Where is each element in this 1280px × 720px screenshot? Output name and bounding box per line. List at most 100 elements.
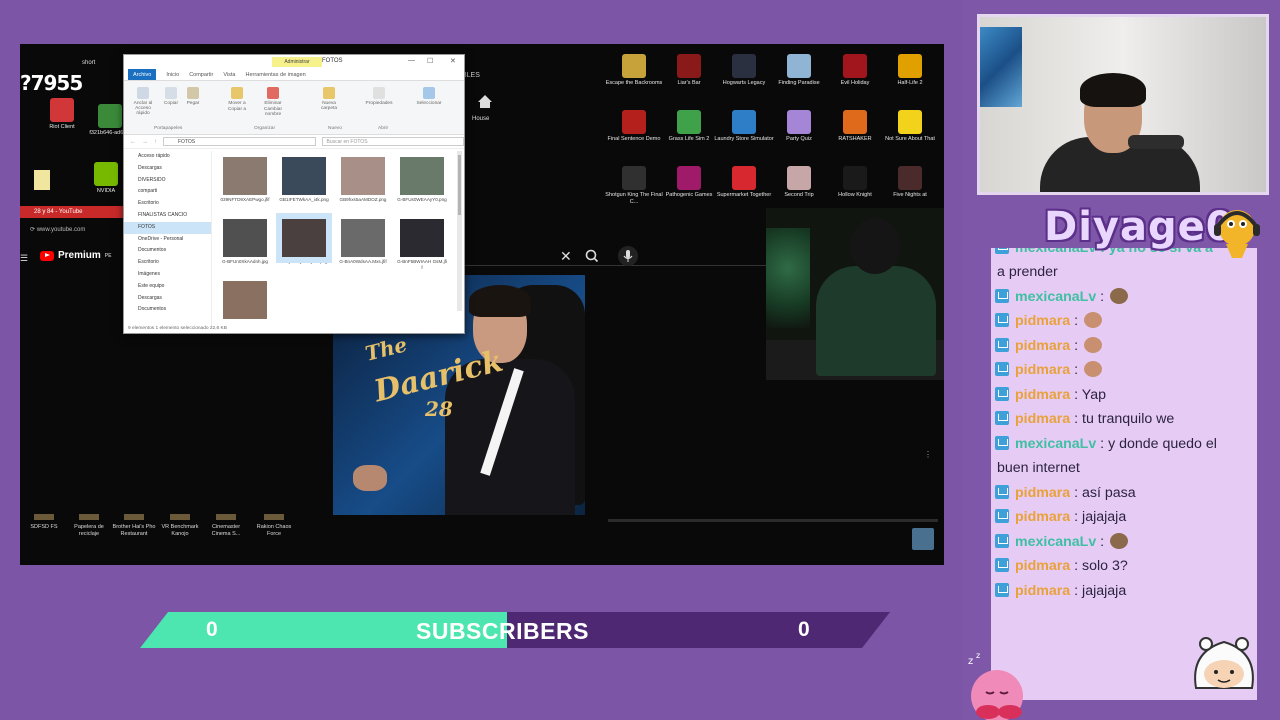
nav-item[interactable]: DIVERSIDO <box>124 175 211 187</box>
menu-icon[interactable]: ☰ <box>20 253 28 264</box>
desktop-icon[interactable]: RATSHAKER <box>825 110 885 143</box>
nav-item[interactable]: Imágenes <box>124 269 211 281</box>
desktop-icon[interactable]: Supermarket Together <box>714 166 774 199</box>
document-icon[interactable] <box>34 170 50 190</box>
desktop-icon[interactable]: Second Trip <box>769 166 829 199</box>
clear-search-icon[interactable]: ✕ <box>560 248 572 265</box>
desktop-icon[interactable]: Escape the Backrooms <box>604 54 664 87</box>
chat-username[interactable]: pidmara <box>1015 313 1070 329</box>
file-thumbnail[interactable] <box>220 281 270 321</box>
nav-item[interactable]: Este equipo <box>124 281 211 293</box>
nav-item[interactable]: FOTOS <box>124 221 211 234</box>
dock-item[interactable]: SDFSD FS <box>22 514 66 531</box>
browser-tab[interactable]: 28 y 84 - YouTube <box>20 206 130 218</box>
desktop-icon[interactable]: Hollow Knight <box>825 166 885 199</box>
explorer-scrollbar[interactable] <box>457 151 462 311</box>
chat-username[interactable]: mexicanaLv <box>1015 289 1096 305</box>
tab-vista[interactable]: Vista <box>223 69 235 80</box>
dock-item[interactable]: Brother Hai's Pho Restaurant <box>112 514 156 538</box>
video-progress-track[interactable] <box>608 519 938 522</box>
new-folder-button[interactable]: Nueva carpeta <box>314 87 344 111</box>
desktop-icon[interactable]: Evil Holiday <box>825 54 885 87</box>
copy-to-button[interactable]: Copiar a <box>222 107 252 112</box>
nav-item[interactable]: Escritorio <box>124 198 211 210</box>
tab-herramientas[interactable]: Herramientas de imagen <box>245 69 305 80</box>
move-to-button[interactable]: Mover a <box>222 87 252 106</box>
youtube-logo[interactable]: Premium PE <box>40 250 111 261</box>
file-thumbnail[interactable]: G-BnA0WdsAA.Mxs.jfif <box>338 219 388 265</box>
chat-username[interactable]: mexicanaLv <box>1015 436 1096 452</box>
nav-item[interactable]: FINALISTAS CANCIO <box>124 210 211 222</box>
up-icon[interactable]: ↑ <box>154 139 157 145</box>
file-thumbnail[interactable]: G-BFUs0WEAAyY0.png <box>397 157 447 203</box>
desktop-icon[interactable]: Shotgun King The Final C... <box>604 166 664 206</box>
chat-username[interactable]: pidmara <box>1015 509 1070 525</box>
explorer-search-field[interactable]: Buscar en FOTOS <box>321 137 464 146</box>
chat-username[interactable]: pidmara <box>1015 362 1070 378</box>
select-button[interactable]: Seleccionar <box>414 87 444 106</box>
desktop-icon[interactable]: Hogwarts Legacy <box>714 54 774 87</box>
file-thumbnail[interactable]: G-BjsBXQAAFyRT.png <box>276 213 332 265</box>
nav-item[interactable]: Escritorio <box>124 257 211 269</box>
tab-archivo[interactable]: Archivo <box>128 69 157 80</box>
desktop-icon[interactable]: Finding Paradise <box>769 54 829 87</box>
close-icon[interactable]: ✕ <box>450 57 456 65</box>
chat-username[interactable]: pidmara <box>1015 485 1070 501</box>
address-bar[interactable]: ⟳ www.youtube.com <box>30 226 85 233</box>
nav-item[interactable]: Acceso rápido <box>124 151 211 163</box>
dock-item[interactable]: VR Benchmark Kanojo <box>158 514 202 538</box>
desktop-icon[interactable]: Half-Life 2 <box>880 54 940 87</box>
more-options-icon[interactable]: ⋮ <box>924 450 932 459</box>
tab-inicio[interactable]: Inicio <box>166 69 179 80</box>
maximize-icon[interactable]: ☐ <box>427 57 433 65</box>
desktop-icon[interactable]: Laundry Store Simulator <box>714 110 774 143</box>
streamer-head <box>850 218 900 274</box>
nav-item[interactable]: OneDrive - Personal <box>124 234 211 246</box>
context-tab[interactable]: Administrar <box>272 57 322 67</box>
microphone-icon[interactable] <box>618 246 638 266</box>
channel-avatar[interactable] <box>912 528 934 550</box>
rename-button[interactable]: Cambiar nombre <box>258 107 288 117</box>
chat-username[interactable]: pidmara <box>1015 338 1070 354</box>
chat-username[interactable]: pidmara <box>1015 583 1070 599</box>
desktop-icon[interactable]: Pathogenic Games <box>659 166 719 199</box>
chat-username[interactable]: pidmara <box>1015 558 1070 574</box>
explorer-titlebar[interactable]: Administrar FOTOS — ☐ ✕ <box>124 55 464 69</box>
delete-button[interactable]: Eliminar <box>258 87 288 106</box>
nav-item[interactable]: Documentos <box>124 304 211 316</box>
dock-item[interactable]: Cinemaster Cinema S... <box>204 514 248 538</box>
house-icon[interactable] <box>476 92 494 110</box>
chat-username[interactable]: pidmara <box>1015 411 1070 427</box>
path-field[interactable]: FOTOS <box>163 137 316 146</box>
file-thumbnail[interactable]: G-BnF5BWIAAH GsM.jfif <box>397 219 447 270</box>
chat-username[interactable]: pidmara <box>1015 387 1070 403</box>
desktop-icon[interactable]: Grass Life Sim 2 <box>659 110 719 143</box>
chat-message-text: solo 3? <box>1078 558 1128 574</box>
desktop-icon[interactable]: Final Sentence Demo <box>604 110 664 143</box>
file-thumbnail[interactable]: 039NFTD9XAEPwgo.jfif <box>220 157 270 203</box>
nav-item[interactable]: Descargas <box>124 293 211 305</box>
tab-compartir[interactable]: Compartir <box>189 69 213 80</box>
dock-item[interactable]: Papelera de reciclaje <box>67 514 111 538</box>
file-thumbnail[interactable]: G-BFUn0XkAAdnh.jpg <box>220 219 270 265</box>
file-explorer-window[interactable]: Administrar FOTOS — ☐ ✕ Archivo Inicio C… <box>123 54 465 334</box>
search-icon[interactable] <box>582 247 602 265</box>
nav-item[interactable]: Documentos <box>124 245 211 257</box>
pin-button[interactable]: Anclar al Acceso rápido <box>128 87 158 116</box>
minimize-icon[interactable]: — <box>408 57 415 64</box>
forward-icon[interactable]: → <box>142 139 148 145</box>
file-thumbnail[interactable]: GB1IFETWkAA_i4k.png <box>279 157 329 203</box>
desktop-icon[interactable]: Five Nights at <box>880 166 940 199</box>
desktop-icon[interactable]: Not Sure About That <box>880 110 940 143</box>
nav-item[interactable]: Descargas <box>124 163 211 175</box>
chat-username[interactable]: mexicanaLv <box>1015 534 1096 550</box>
file-thumbnail[interactable]: GB9hxs5aAMDOZ.png <box>338 157 388 203</box>
desktop-icon[interactable]: Liar's Bar <box>659 54 719 87</box>
nav-item[interactable]: comparti <box>124 186 211 198</box>
properties-button[interactable]: Propiedades <box>364 87 394 106</box>
back-icon[interactable]: ← <box>130 139 136 145</box>
paste-button[interactable]: Pegar <box>178 87 208 106</box>
desktop-icon[interactable]: Party Quiz <box>769 110 829 143</box>
dock-item[interactable]: Rakion Chaos Force <box>252 514 296 538</box>
file-name: G-BnA0WdsAA.Mxs.jfif <box>339 259 387 264</box>
